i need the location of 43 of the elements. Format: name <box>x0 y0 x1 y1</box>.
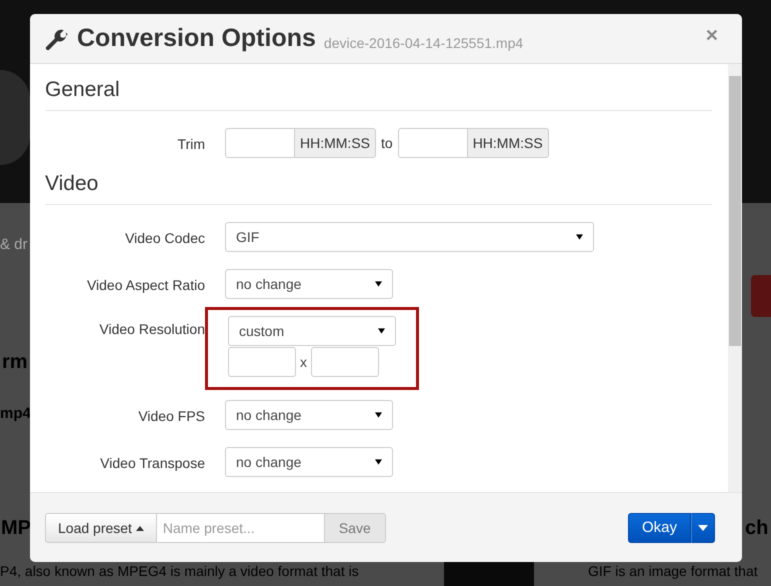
select-dropdown[interactable]: custom <box>228 316 396 346</box>
select-dropdown[interactable]: no change <box>225 400 393 430</box>
field-label: Trim <box>176 135 205 152</box>
caret-icon <box>375 412 382 418</box>
load-preset-button[interactable]: Load preset <box>45 512 157 542</box>
caret-icon <box>136 526 144 532</box>
dimension-separator: x <box>300 354 307 370</box>
unit-label: HH:MM:SS <box>468 128 549 158</box>
select-dropdown[interactable]: no change <box>225 447 393 477</box>
start-time-field[interactable] <box>225 128 295 158</box>
dialog-title: Conversion Options <box>77 24 316 53</box>
range-separator: to <box>381 135 393 151</box>
background-heading: MP <box>1 517 31 540</box>
unit-label: HH:MM:SS <box>295 128 376 158</box>
background-heading: ch <box>745 517 768 540</box>
dropdown-toggle[interactable] <box>691 512 715 542</box>
section-heading: General <box>45 78 712 111</box>
height-input[interactable] <box>311 347 379 377</box>
field-label: Video Resolution <box>98 320 205 337</box>
background-paragraph: P4, also known as MPEG4 is mainly a video format that is <box>0 563 359 579</box>
caret-icon <box>378 328 385 334</box>
field-label: Video Aspect Ratio <box>86 276 205 293</box>
background-text: mp4 <box>0 405 31 422</box>
field-label: Video FPS <box>137 407 205 424</box>
caret-icon <box>576 234 583 240</box>
select-dropdown[interactable]: GIF <box>225 222 594 252</box>
field-label: Video Transpose <box>99 454 205 471</box>
caret-icon <box>375 281 382 287</box>
width-input[interactable] <box>228 347 296 377</box>
okay-button[interactable]: Okay <box>628 512 691 542</box>
preset-name-field[interactable]: Name preset... <box>156 512 325 542</box>
caret-icon <box>375 459 382 465</box>
end-time-field[interactable] <box>398 128 468 158</box>
section-heading: Video <box>45 172 712 205</box>
file-name: device-2016-04-14-125551.mp4 <box>324 34 524 50</box>
background-paragraph: GIF is an image format that <box>588 563 758 579</box>
scrollbar[interactable] <box>728 64 742 492</box>
caret-icon <box>698 524 708 530</box>
field-label: Video Codec <box>124 229 205 246</box>
background-text: & dr <box>0 236 28 253</box>
select-dropdown[interactable]: no change <box>225 269 393 299</box>
save-button[interactable]: Save <box>324 512 386 542</box>
background-heading: rm <box>2 351 28 374</box>
